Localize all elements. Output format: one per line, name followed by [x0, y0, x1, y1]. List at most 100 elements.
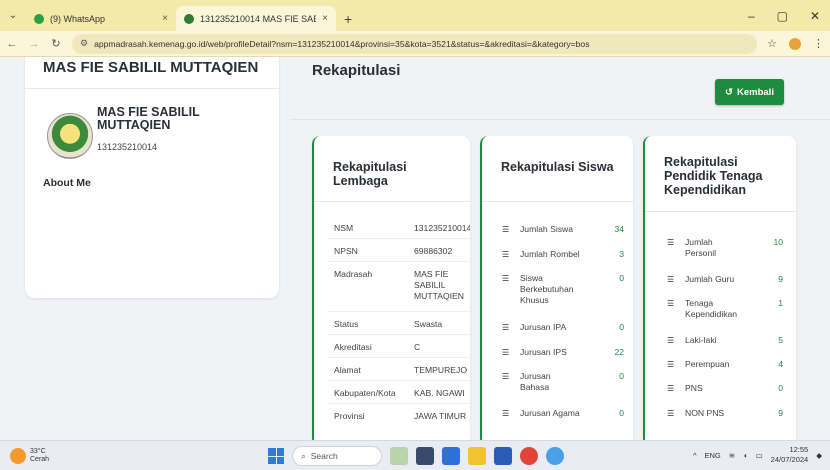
stat-label: Jurusan IPA: [520, 322, 567, 332]
teams-icon[interactable]: [442, 447, 460, 465]
label-status: Status: [334, 319, 359, 329]
database-icon: ☰: [502, 348, 510, 357]
card-tendik: Rekapitulasi Pendidik Tenaga Kependidika…: [643, 136, 796, 440]
weather-widget[interactable]: 33°C Cerah: [0, 447, 150, 464]
profile-name: MAS FIE SABILIL MUTTAQIEN: [97, 105, 200, 132]
label-kabupaten: Kabupaten/Kota: [334, 388, 396, 398]
database-icon: ☰: [502, 372, 510, 381]
app-icon[interactable]: [390, 447, 408, 465]
stat-perempuan: ☰ Perempuan 4: [667, 359, 792, 370]
stat-pns: ☰ PNS 0: [667, 383, 792, 394]
value-provinsi: JAWA TIMUR: [414, 411, 467, 421]
url-field[interactable]: ⚙ appmadrasah.kemenag.go.id/web/profileD…: [72, 33, 758, 54]
notification-icon[interactable]: ◆: [816, 451, 822, 460]
tab-close-icon[interactable]: ×: [322, 13, 328, 24]
reload-icon[interactable]: ↻: [50, 37, 62, 50]
database-icon: ☰: [502, 323, 510, 332]
taskbar: 33°C Cerah ⌕ Search ^ ENG ≋ ◖ ▭ 12:55 24…: [0, 440, 830, 470]
divider: [25, 88, 279, 89]
divider: [645, 211, 796, 212]
forward-icon[interactable]: →: [28, 38, 40, 50]
menu-dots-icon[interactable]: ⋮: [813, 37, 824, 50]
chevron-up-icon[interactable]: ^: [693, 451, 697, 460]
volume-icon[interactable]: ◖: [743, 451, 748, 460]
divider: [314, 201, 470, 202]
battery-icon[interactable]: ▭: [756, 451, 763, 460]
label-akreditasi: Akreditasi: [334, 342, 372, 352]
taskbar-search[interactable]: ⌕ Search: [292, 446, 382, 466]
label-alamat: Alamat: [334, 365, 361, 375]
stat-tenaga: ☰ Tenaga Kependidikan 1: [667, 298, 792, 320]
madrasah-logo-icon: [47, 113, 93, 159]
back-icon[interactable]: ←: [6, 38, 18, 50]
stat-jumlah-rombel: ☰ Jumlah Rombel 3: [502, 249, 627, 260]
stat-value: 0: [619, 371, 624, 381]
stat-value: 9: [778, 274, 783, 284]
sun-icon: [10, 447, 26, 464]
about-me-link[interactable]: About Me: [43, 177, 91, 189]
profile-title: MAS FIE SABILIL MUTTAQIEN: [43, 59, 259, 76]
tab-close-icon[interactable]: ×: [162, 13, 168, 24]
weather-status: Cerah: [30, 455, 50, 463]
label-provinsi: Provinsi: [334, 411, 365, 421]
label-madrasah: Madrasah: [334, 269, 373, 279]
stat-label: Jumlah Guru: [685, 274, 735, 284]
row-divider: [328, 334, 470, 335]
back-button-label: Kembali: [737, 86, 774, 98]
stat-value: 0: [619, 322, 624, 332]
system-tray: ^ ENG ≋ ◖ ▭ 12:55 24/07/2024 ◆: [693, 445, 822, 465]
database-icon: ☰: [667, 275, 675, 284]
stat-value: 3: [619, 249, 624, 259]
wifi-icon[interactable]: ≋: [729, 451, 735, 460]
edge-icon[interactable]: [546, 447, 564, 465]
task-view-icon[interactable]: [416, 447, 434, 465]
temperature: 33°C: [30, 447, 46, 455]
stat-agama: ☰ Jurusan Agama 0: [502, 408, 627, 419]
search-placeholder: Search: [310, 451, 338, 461]
page-title: Rekapitulasi: [312, 62, 401, 79]
stat-ips: ☰ Jurusan IPS 22: [502, 347, 627, 358]
chrome-icon[interactable]: [520, 447, 538, 465]
restore-icon[interactable]: ▢: [777, 9, 788, 23]
stat-label: Jurusan Bahasa: [520, 371, 551, 392]
stat-label: Jurusan Agama: [520, 408, 580, 418]
tab-title: (9) WhatsApp: [50, 13, 106, 24]
file-explorer-icon[interactable]: [468, 447, 486, 465]
stat-label: PNS: [685, 383, 703, 393]
extension-icon[interactable]: [789, 37, 801, 50]
windows-start-icon[interactable]: [268, 448, 284, 464]
clock[interactable]: 12:55 24/07/2024: [771, 445, 809, 465]
tab-search-icon[interactable]: ⌄: [0, 0, 26, 31]
back-button[interactable]: ↺ Kembali: [715, 79, 784, 105]
value-npsn: 69886302: [414, 246, 453, 256]
bookmark-star-icon[interactable]: ☆: [767, 37, 777, 50]
close-window-icon[interactable]: ✕: [810, 9, 820, 23]
database-icon: ☰: [667, 238, 675, 247]
whatsapp-icon: [34, 13, 44, 24]
card-title: Rekapitulasi Lembaga: [333, 160, 407, 188]
stat-value: 10: [773, 237, 783, 247]
minimize-icon[interactable]: –: [748, 9, 755, 23]
stat-value: 1: [778, 298, 783, 308]
tab-profile[interactable]: 131235210014 MAS FIE SABILIL ×: [176, 6, 336, 31]
stat-guru: ☰ Jumlah Guru 9: [667, 274, 792, 285]
stat-label: NON PNS: [685, 408, 725, 418]
site-info-icon[interactable]: ⚙: [80, 38, 88, 49]
word-icon[interactable]: [494, 447, 512, 465]
stat-label: Jumlah Rombel: [520, 249, 580, 259]
row-divider: [328, 261, 470, 262]
stat-bahasa: ☰ Jurusan Bahasa 0: [502, 371, 627, 393]
value-akreditasi: C: [414, 342, 421, 352]
language-indicator[interactable]: ENG: [704, 451, 720, 460]
stat-value: 22: [614, 347, 624, 357]
clock-time: 12:55: [789, 445, 809, 454]
divider: [482, 201, 633, 202]
database-icon: ☰: [667, 336, 675, 345]
stat-value: 34: [614, 224, 624, 234]
new-tab-button[interactable]: +: [336, 6, 360, 31]
card-title: Rekapitulasi Pendidik Tenaga Kependidika…: [664, 155, 763, 197]
stat-value: 0: [619, 273, 624, 283]
tab-whatsapp[interactable]: (9) WhatsApp ×: [26, 6, 176, 31]
profile-nsm: 131235210014: [97, 142, 158, 152]
divider: [290, 119, 830, 120]
